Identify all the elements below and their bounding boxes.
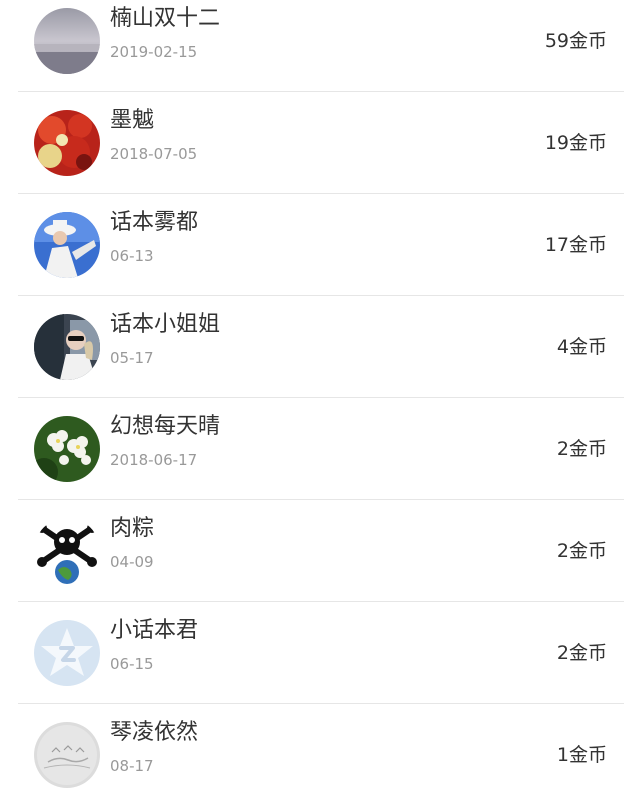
list-item[interactable]: 话本小姐姐 05-17 4金币: [0, 296, 640, 398]
user-name: 幻想每天晴: [110, 414, 221, 439]
list-item[interactable]: 琴凌依然 08-17 1金币: [0, 704, 640, 806]
coin-amount: 4金币: [556, 336, 607, 358]
list-item[interactable]: 楠山双十二 2019-02-15 59金币: [0, 0, 640, 92]
red-flowers-avatar-icon[interactable]: [34, 110, 100, 176]
default-star-avatar-icon[interactable]: [34, 620, 100, 686]
list-item[interactable]: 墨魆 2018-07-05 19金币: [0, 92, 640, 194]
user-name: 楠山双十二: [110, 6, 221, 31]
girl-sunglasses-avatar-icon[interactable]: [34, 314, 100, 380]
date-label: 06-15: [110, 655, 154, 673]
user-name: 琴凌依然: [110, 720, 199, 745]
donor-list: 楠山双十二 2019-02-15 59金币 墨魆 2018-07-05 19金币: [0, 0, 640, 808]
coin-amount: 1金币: [556, 744, 607, 766]
user-name: 话本小姐姐: [110, 312, 221, 337]
gray-sketch-avatar-icon[interactable]: [34, 722, 100, 788]
date-label: 2019-02-15: [110, 43, 198, 61]
list-item[interactable]: 肉粽 04-09 2金币: [0, 500, 640, 602]
white-flowers-avatar-icon[interactable]: [34, 416, 100, 482]
date-label: 05-17: [110, 349, 154, 367]
coin-amount: 19金币: [544, 132, 607, 154]
date-label: 2018-06-17: [110, 451, 198, 469]
date-label: 2018-07-05: [110, 145, 198, 163]
list-item[interactable]: 话本雾都 06-13 17金币: [0, 194, 640, 296]
skull-globe-avatar-icon[interactable]: [34, 518, 100, 584]
coin-amount: 17金币: [544, 234, 607, 256]
user-name: 小话本君: [110, 618, 199, 643]
list-item[interactable]: 小话本君 06-15 2金币: [0, 602, 640, 704]
user-name: 肉粽: [110, 516, 155, 541]
user-name: 话本雾都: [110, 210, 199, 235]
date-label: 06-13: [110, 247, 154, 265]
landscape-avatar-icon[interactable]: [34, 8, 100, 74]
coin-amount: 2金币: [556, 540, 607, 562]
date-label: 04-09: [110, 553, 154, 571]
list-item[interactable]: 幻想每天晴 2018-06-17 2金币: [0, 398, 640, 500]
coin-amount: 2金币: [556, 642, 607, 664]
person-white-hat-avatar-icon[interactable]: [34, 212, 100, 278]
date-label: 08-17: [110, 757, 154, 775]
coin-amount: 59金币: [544, 30, 607, 52]
coin-amount: 2金币: [556, 438, 607, 460]
user-name: 墨魆: [110, 108, 155, 133]
